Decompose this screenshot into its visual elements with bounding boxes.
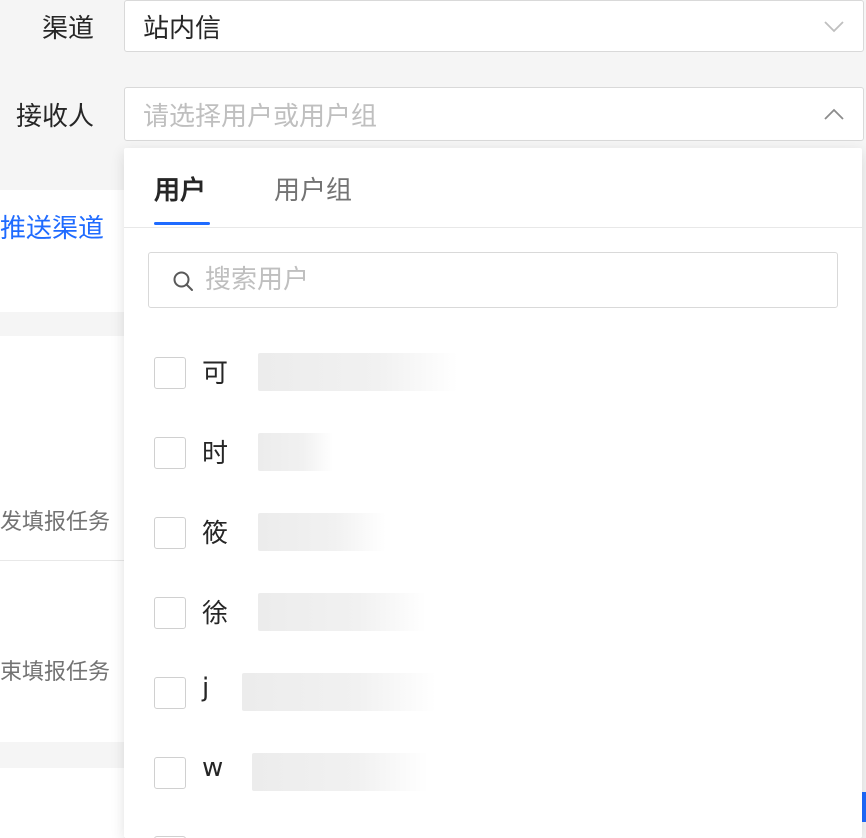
user-checkbox[interactable]: [154, 677, 186, 709]
user-option[interactable]: 可: [154, 353, 834, 393]
task-text-1: 发填报任务: [0, 510, 111, 535]
user-checkbox[interactable]: [154, 517, 186, 549]
user-checkbox[interactable]: [154, 437, 186, 469]
left-card-3: [0, 768, 124, 838]
divider: [0, 560, 124, 561]
user-option[interactable]: 徐: [154, 593, 834, 633]
user-option[interactable]: [154, 832, 834, 838]
redacted-text: [242, 673, 436, 711]
channel-label: 渠道: [42, 14, 95, 44]
redacted-text: [258, 593, 426, 631]
channel-select-value: 站内信: [143, 13, 222, 44]
edge-button-fragment[interactable]: [862, 792, 866, 822]
user-option[interactable]: 时: [154, 433, 834, 473]
channel-select[interactable]: 站内信: [124, 0, 864, 52]
chevron-up-icon: [824, 108, 844, 120]
redacted-text: [258, 433, 333, 471]
user-checkbox[interactable]: [154, 757, 186, 789]
user-search-box: [148, 252, 838, 308]
tab-user-groups[interactable]: 用户组: [274, 170, 352, 207]
user-option-label: 徐: [202, 599, 229, 629]
dropdown-tabs: 用户 用户组: [124, 148, 862, 228]
receiver-label: 接收人: [16, 102, 95, 132]
user-checkbox[interactable]: [154, 597, 186, 629]
user-option-label: 可: [202, 359, 229, 389]
user-option-label: j: [202, 673, 210, 703]
user-option-label: 时: [202, 439, 229, 469]
receiver-dropdown: 用户 用户组 可 时 筱 徐 j w: [124, 148, 862, 838]
receiver-select-placeholder: 请选择用户或用户组: [143, 101, 378, 132]
user-search-input[interactable]: [205, 261, 805, 299]
user-option-label: 筱: [202, 519, 229, 549]
redacted-text: [258, 353, 458, 391]
redacted-text: [258, 513, 386, 551]
user-option-label: w: [202, 753, 224, 783]
user-option[interactable]: j: [154, 673, 834, 713]
chevron-down-icon: [824, 21, 844, 33]
active-tab-indicator: [154, 222, 210, 225]
user-checkbox[interactable]: [154, 357, 186, 389]
search-icon: [173, 271, 193, 291]
user-option[interactable]: 筱: [154, 513, 834, 553]
user-option[interactable]: w: [154, 753, 834, 793]
redacted-text: [252, 753, 428, 791]
push-channel-link[interactable]: 推送渠道: [0, 208, 104, 245]
tab-users[interactable]: 用户: [154, 170, 206, 207]
task-text-2: 束填报任务: [0, 660, 111, 685]
receiver-select[interactable]: 请选择用户或用户组: [124, 87, 864, 141]
